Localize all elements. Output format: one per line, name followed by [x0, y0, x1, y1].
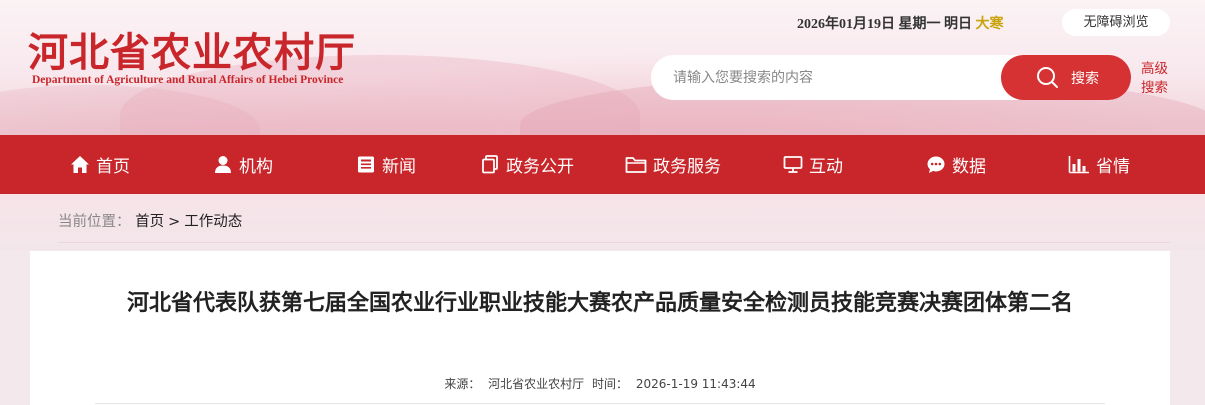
nav-item-organization[interactable]: 机构 — [213, 135, 273, 194]
time-value: 2026-1-19 11:43:44 — [635, 377, 756, 391]
user-icon — [215, 156, 231, 173]
nav-item-data[interactable]: 数据 — [926, 135, 986, 194]
breadcrumb-separator: > — [168, 214, 181, 230]
nav-item-label: 机构 — [239, 157, 273, 177]
search-button[interactable]: 搜索 — [1001, 55, 1131, 100]
nav-item-news[interactable]: 新闻 — [356, 135, 416, 194]
article-title: 河北省代表队获第七届全国农业行业职业技能大赛农产品质量安全检测员技能竞赛决赛团体… — [126, 291, 1073, 316]
article-meta: 来源： 河北省农业农村厅 时间： 2026-1-19 11:43:44 — [30, 375, 1170, 392]
news-icon — [358, 156, 374, 173]
monitor-icon — [783, 156, 803, 173]
nav-item-label: 数据 — [952, 157, 986, 177]
nav-item-label: 互动 — [809, 157, 843, 177]
nav-item-home[interactable]: 首页 — [70, 135, 130, 194]
search-icon — [1037, 67, 1058, 88]
site-logo-title[interactable]: 河北省农业农村厅 — [28, 20, 356, 78]
date-text: 2026年01月19日 星期一 明日 — [797, 17, 972, 32]
nav-item-province-info[interactable]: 省情 — [1068, 135, 1130, 194]
solar-term: 大寒 — [975, 17, 1004, 32]
nav-item-government-services[interactable]: 政务服务 — [625, 135, 721, 194]
search-input[interactable] — [651, 55, 996, 100]
home-icon — [71, 156, 89, 173]
site-logo-subtitle: Department of Agriculture and Rural Affa… — [32, 74, 344, 86]
article-container: 河北省代表队获第七届全国农业行业职业技能大赛农产品质量安全检测员技能竞赛决赛团体… — [30, 251, 1170, 405]
advanced-search-link[interactable]: 高级 搜索 — [1141, 60, 1171, 98]
time-label: 时间： — [592, 377, 629, 391]
search-button-label: 搜索 — [1071, 71, 1099, 87]
chat-icon — [927, 156, 945, 173]
accessibility-button[interactable]: 无障碍浏览 — [1062, 9, 1170, 36]
breadcrumb-lead: 当前位置： — [58, 214, 131, 230]
documents-icon — [482, 155, 498, 174]
breadcrumb-current-link[interactable]: 工作动态 — [184, 214, 242, 230]
nav-item-label: 政务公开 — [506, 157, 574, 177]
folder-icon — [625, 157, 647, 173]
site-header: 河北省农业农村厅 Department of Agriculture and R… — [0, 0, 1205, 135]
breadcrumb-home-link[interactable]: 首页 — [135, 214, 164, 230]
source-value: 河北省农业农村厅 — [488, 377, 585, 391]
main-nav: 首页 机构 新闻 政务公开 政务服务 互动 数据 省情 — [0, 135, 1205, 194]
nav-item-label: 首页 — [96, 157, 130, 177]
nav-item-government-affairs-public[interactable]: 政务公开 — [480, 135, 574, 194]
search-bar: 搜索 — [651, 55, 1131, 100]
breadcrumb-divider — [58, 242, 1170, 243]
date-display: 2026年01月19日 星期一 明日 大寒 — [797, 13, 1004, 33]
nav-item-label: 省情 — [1096, 157, 1130, 177]
nav-item-interaction[interactable]: 互动 — [783, 135, 843, 194]
breadcrumb-row: 当前位置： 首页 > 工作动态 — [58, 210, 242, 231]
article-meta-divider — [95, 403, 1105, 404]
advanced-search-label: 搜索 — [1141, 80, 1168, 96]
source-label: 来源： — [444, 377, 481, 391]
advanced-search-label: 高级 — [1141, 61, 1168, 77]
nav-item-label: 政务服务 — [653, 157, 721, 177]
nav-item-label: 新闻 — [382, 157, 416, 177]
bar-chart-icon — [1068, 156, 1089, 174]
